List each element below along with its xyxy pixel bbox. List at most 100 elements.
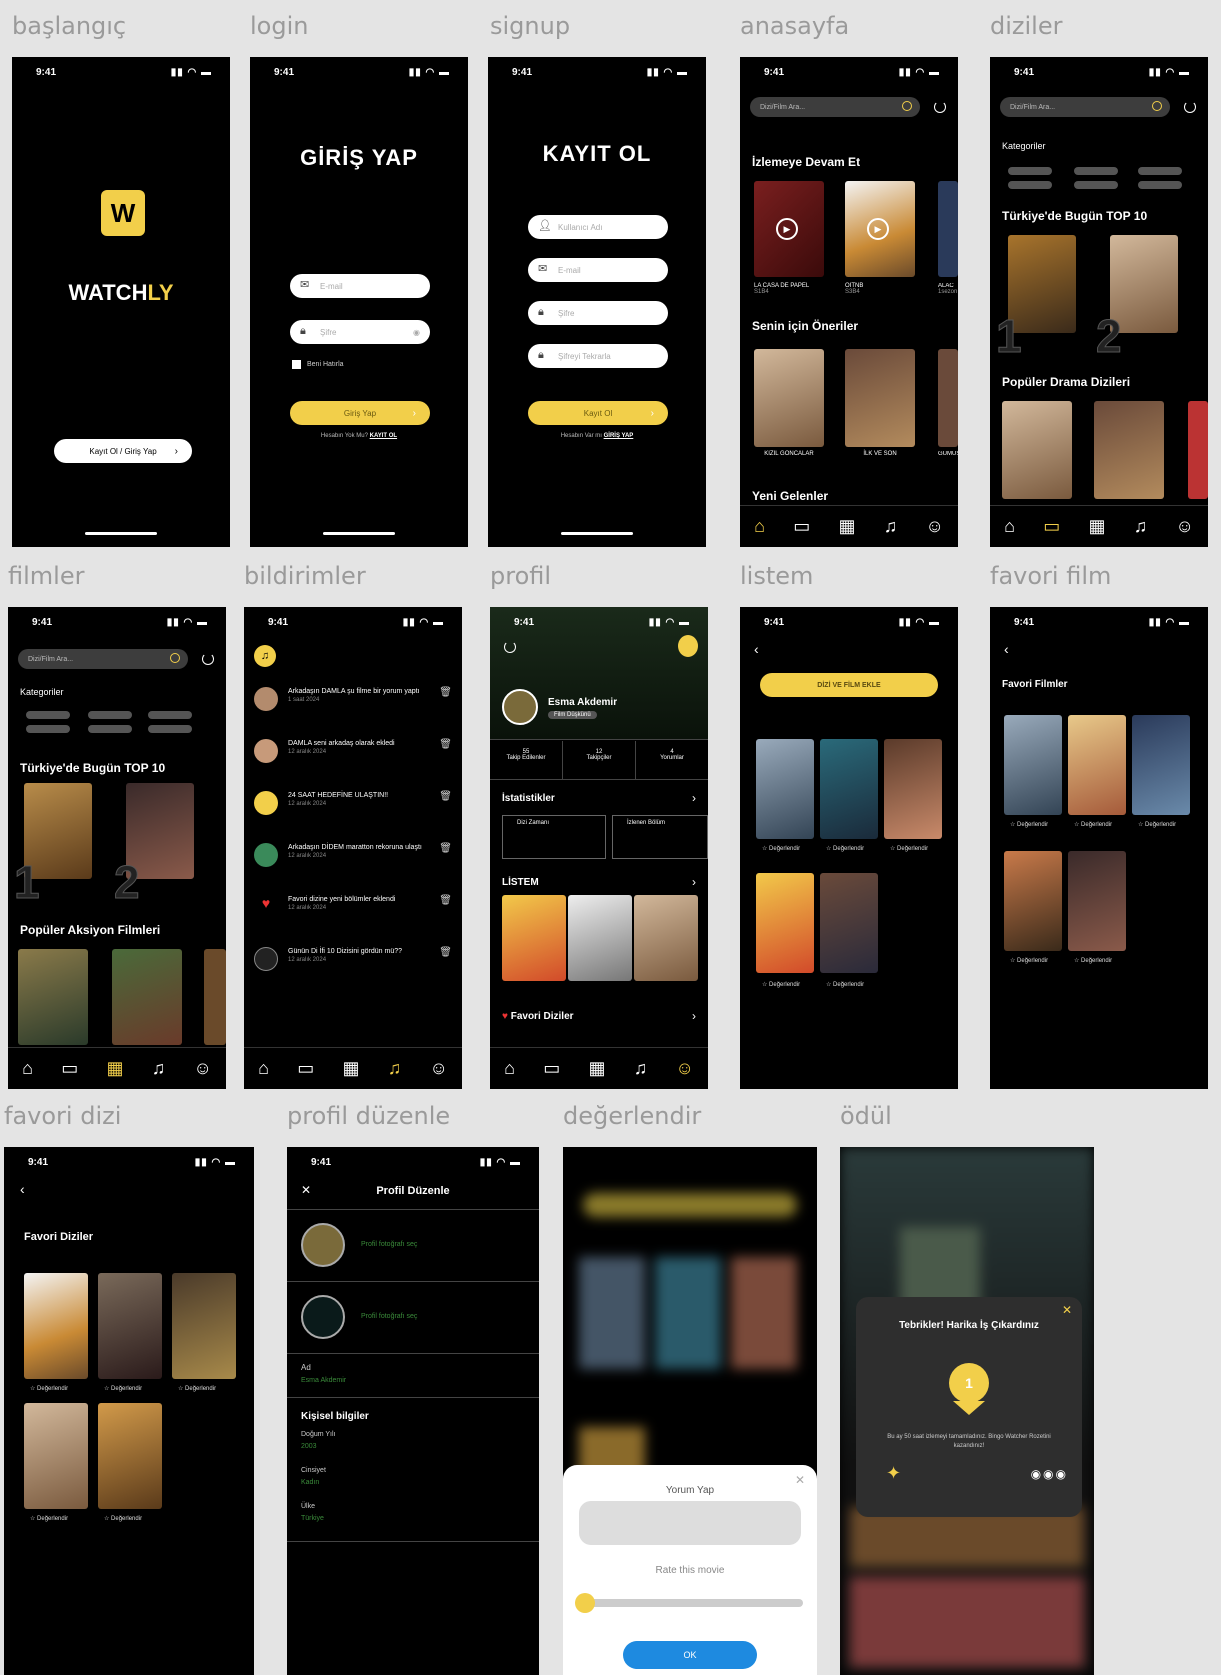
film-icon[interactable]: ▦ (588, 1058, 605, 1079)
avatar[interactable] (502, 689, 538, 725)
rate-link[interactable]: ☆ Değerlendir (826, 981, 864, 988)
user-icon[interactable]: ☺ (429, 1058, 447, 1079)
list-poster[interactable] (820, 739, 878, 839)
rate-link[interactable]: ☆ Değerlendir (30, 1385, 68, 1392)
list-poster[interactable] (756, 739, 814, 839)
bell-icon[interactable]: ♫ (1134, 516, 1148, 537)
login-button[interactable]: Giriş Yap › (290, 401, 430, 425)
bell-icon[interactable]: ♫ (884, 516, 898, 537)
fav-poster[interactable] (1132, 715, 1190, 815)
birth-value[interactable]: 2003 (301, 1443, 317, 1450)
trash-icon[interactable]: 🗑︎ (439, 687, 452, 698)
tv-icon[interactable]: ▭ (793, 516, 810, 537)
poster-popular[interactable] (1002, 401, 1072, 499)
eye-icon[interactable]: ◉ (413, 328, 420, 337)
user-icon[interactable]: ☺ (1175, 516, 1193, 537)
list-poster[interactable] (502, 895, 566, 981)
trash-icon[interactable]: 🗑︎ (439, 843, 452, 854)
home-icon[interactable]: ⌂ (22, 1058, 33, 1079)
category-chip[interactable] (26, 711, 70, 719)
search-input[interactable]: Dizi/Film Ara... (750, 97, 920, 117)
country-value[interactable]: Türkiye (301, 1515, 324, 1522)
rate-link[interactable]: ☆ Değerlendir (1074, 957, 1112, 964)
poster-popular[interactable] (204, 949, 226, 1045)
list-title[interactable]: LİSTEM (502, 877, 539, 888)
rate-link[interactable]: ☆ Değerlendir (826, 845, 864, 852)
home-icon[interactable]: ⌂ (504, 1058, 515, 1079)
film-icon[interactable]: ▦ (106, 1058, 123, 1079)
category-chip[interactable] (88, 725, 132, 733)
category-chip[interactable] (1138, 167, 1182, 175)
category-chip[interactable] (1008, 181, 1052, 189)
gender-value[interactable]: Kadın (301, 1479, 319, 1486)
rate-link[interactable]: ☆ Değerlendir (762, 981, 800, 988)
film-icon[interactable]: ▦ (342, 1058, 359, 1079)
notification-item[interactable]: Arkadaşın DAMLA şu filme bir yorum yaptı… (254, 687, 452, 729)
trash-icon[interactable]: 🗑︎ (439, 739, 452, 750)
category-chip[interactable] (148, 725, 192, 733)
poster-alac[interactable] (938, 181, 958, 277)
tv-icon[interactable]: ▭ (61, 1058, 78, 1079)
trash-icon[interactable]: 🗑︎ (439, 895, 452, 906)
username-field[interactable]: 👤︎ Kullanıcı Adı (528, 215, 668, 239)
poster-ilk-ve-son[interactable] (845, 349, 915, 447)
fav-poster[interactable] (98, 1403, 162, 1509)
fav-series-title[interactable]: ♥ Favori Diziler (502, 1011, 574, 1022)
email-field[interactable]: ✉ E-mail (290, 274, 430, 298)
back-icon[interactable]: ‹ (20, 1181, 25, 1197)
notification-item[interactable]: 24 SAAT HEDEFİNE ULAŞTIN!! 12 aralık 2024… (254, 791, 452, 833)
fav-poster[interactable] (1068, 715, 1126, 815)
change-cover-link[interactable]: Profil fotoğrafı seç (361, 1313, 417, 1320)
email-field[interactable]: ✉ E-mail (528, 258, 668, 282)
notification-item[interactable]: DAMLA seni arkadaş olarak ekledi 12 aralı… (254, 739, 452, 781)
rating-slider[interactable] (583, 1599, 803, 1607)
rate-link[interactable]: ☆ Değerlendir (30, 1515, 68, 1522)
add-content-button[interactable]: DİZİ VE FİLM EKLE (760, 673, 938, 697)
tv-icon[interactable]: ▭ (1043, 516, 1060, 537)
rate-link[interactable]: ☆ Değerlendir (762, 845, 800, 852)
change-photo-link[interactable]: Profil fotoğrafı seç (361, 1241, 417, 1248)
category-chip[interactable] (148, 711, 192, 719)
fav-poster[interactable] (1004, 851, 1062, 951)
power-icon[interactable] (202, 653, 214, 665)
list-poster[interactable] (756, 873, 814, 973)
rate-link[interactable]: ☆ Değerlendir (178, 1385, 216, 1392)
share-icons[interactable]: ◉◉◉ (1031, 1467, 1068, 1481)
category-chip[interactable] (88, 711, 132, 719)
remember-checkbox[interactable]: Beni Hatırla (292, 360, 344, 369)
back-icon[interactable]: ‹ (1004, 641, 1009, 657)
rate-link[interactable]: ☆ Değerlendir (1074, 821, 1112, 828)
play-icon[interactable]: ▶ (776, 218, 798, 240)
award-icon[interactable] (678, 635, 698, 657)
home-icon[interactable]: ⌂ (258, 1058, 269, 1079)
notification-item[interactable]: Günün Di İfi 10 Dizisini gördün mü?? 12 a… (254, 947, 452, 989)
list-poster[interactable] (884, 739, 942, 839)
trash-icon[interactable]: 🗑︎ (439, 791, 452, 802)
bell-icon[interactable]: ♫ (634, 1058, 648, 1079)
fav-poster[interactable] (172, 1273, 236, 1379)
home-icon[interactable]: ⌂ (1004, 516, 1015, 537)
category-chip[interactable] (26, 725, 70, 733)
stat-comments[interactable]: 4 Yorumlar (636, 741, 708, 779)
category-chip[interactable] (1008, 167, 1052, 175)
poster-popular[interactable] (1094, 401, 1164, 499)
password-field[interactable]: 🔒︎ Şifre (528, 301, 668, 325)
category-chip[interactable] (1074, 167, 1118, 175)
password-field[interactable]: 🔒︎ Şifre ◉ (290, 320, 430, 344)
poster-kizil-goncalar[interactable] (754, 349, 824, 447)
play-icon[interactable]: ▶ (867, 218, 889, 240)
poster-gumus[interactable] (938, 349, 958, 447)
bell-icon[interactable]: ♫ (152, 1058, 166, 1079)
rate-link[interactable]: ☆ Değerlendir (104, 1515, 142, 1522)
notification-item[interactable]: ♥ Favori dizine yeni bölümler eklendi 12 a… (254, 895, 452, 937)
poster-popular[interactable] (112, 949, 182, 1045)
search-input[interactable]: Dizi/Film Ara... (1000, 97, 1170, 117)
ok-button[interactable]: OK (623, 1641, 757, 1669)
power-icon[interactable] (504, 641, 516, 653)
category-chip[interactable] (1138, 181, 1182, 189)
avatar[interactable] (301, 1223, 345, 1267)
chevron-right-icon[interactable]: › (692, 875, 696, 889)
rate-link[interactable]: ☆ Değerlendir (1010, 821, 1048, 828)
chevron-right-icon[interactable]: › (692, 791, 696, 805)
film-icon[interactable]: ▦ (838, 516, 855, 537)
